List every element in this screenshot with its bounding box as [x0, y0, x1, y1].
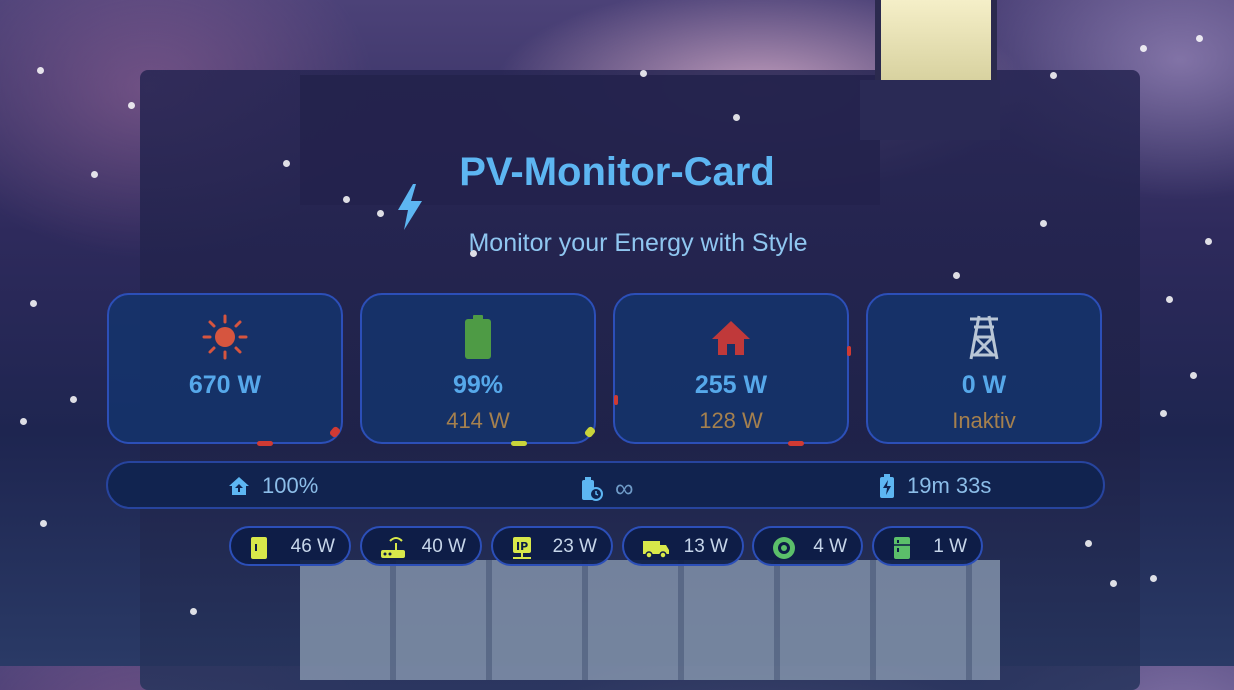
house-power-value: 255 W [694, 371, 768, 399]
consumer-value: 4 W [813, 536, 847, 557]
battery-soc-value: 99% [452, 371, 504, 399]
battery-icon [465, 315, 491, 359]
consumer-chip[interactable]: 46 W [229, 526, 351, 566]
flow-indicator [257, 441, 273, 446]
flow-indicator [847, 346, 851, 356]
robot-vacuum-icon [773, 537, 795, 559]
consumer-chip[interactable]: 1 W [872, 526, 983, 566]
consumer-chip[interactable]: 13 W [622, 526, 744, 566]
home-autarky-icon [229, 477, 249, 495]
consumer-value: 13 W [683, 536, 728, 557]
background-lantern-base [860, 80, 1000, 140]
consumer-chip[interactable]: IP 23 W [491, 526, 613, 566]
remaining-time-value: ∞ [615, 473, 634, 503]
background-lantern [875, 0, 997, 86]
grid-status-value: Inaktiv [952, 408, 1016, 433]
page-title: PV-Monitor-Card [459, 150, 775, 194]
transmission-tower-icon [969, 315, 999, 360]
background-windows [300, 560, 1000, 680]
grid-card[interactable]: 0 W Inaktiv [866, 293, 1102, 444]
remaining-time-status: ∞ [581, 473, 634, 504]
flow-indicator [788, 441, 804, 446]
charge-time-status: 19m 33s [879, 473, 991, 499]
ip-device-icon: IP [513, 537, 531, 559]
grid-power-value: 0 W [961, 371, 1007, 399]
battery-charging-icon [880, 474, 894, 498]
sun-icon [202, 314, 248, 360]
appliance-icon [251, 537, 267, 559]
pv-card[interactable]: 670 W [107, 293, 343, 446]
charge-time-value: 19m 33s [907, 473, 992, 498]
house-sub-value: 128 W [699, 408, 763, 433]
consumer-value: 1 W [933, 536, 967, 557]
autarky-value: 100% [262, 473, 319, 498]
fridge-icon [894, 537, 910, 559]
battery-card[interactable]: 99% 414 W [360, 293, 597, 446]
status-bar: 100% ∞ 19m 33s [106, 461, 1105, 509]
consumer-value: 23 W [552, 536, 597, 557]
consumer-chip[interactable]: 4 W [752, 526, 863, 566]
page-subtitle: Monitor your Energy with Style [468, 229, 808, 257]
router-icon [381, 537, 405, 558]
autarky-status: 100% [228, 473, 318, 499]
flow-indicator [614, 395, 618, 405]
house-card[interactable]: 255 W 128 W [613, 293, 851, 446]
consumer-chip[interactable]: 40 W [360, 526, 482, 566]
consumer-value: 46 W [290, 536, 335, 557]
pv-power-value: 670 W [188, 371, 262, 399]
flow-indicator [511, 441, 527, 446]
consumer-value: 40 W [421, 536, 466, 557]
battery-power-value: 414 W [446, 408, 510, 433]
battery-clock-icon [582, 476, 603, 501]
van-icon [643, 541, 669, 559]
home-icon [712, 321, 750, 355]
svg-text:IP: IP [516, 540, 528, 553]
